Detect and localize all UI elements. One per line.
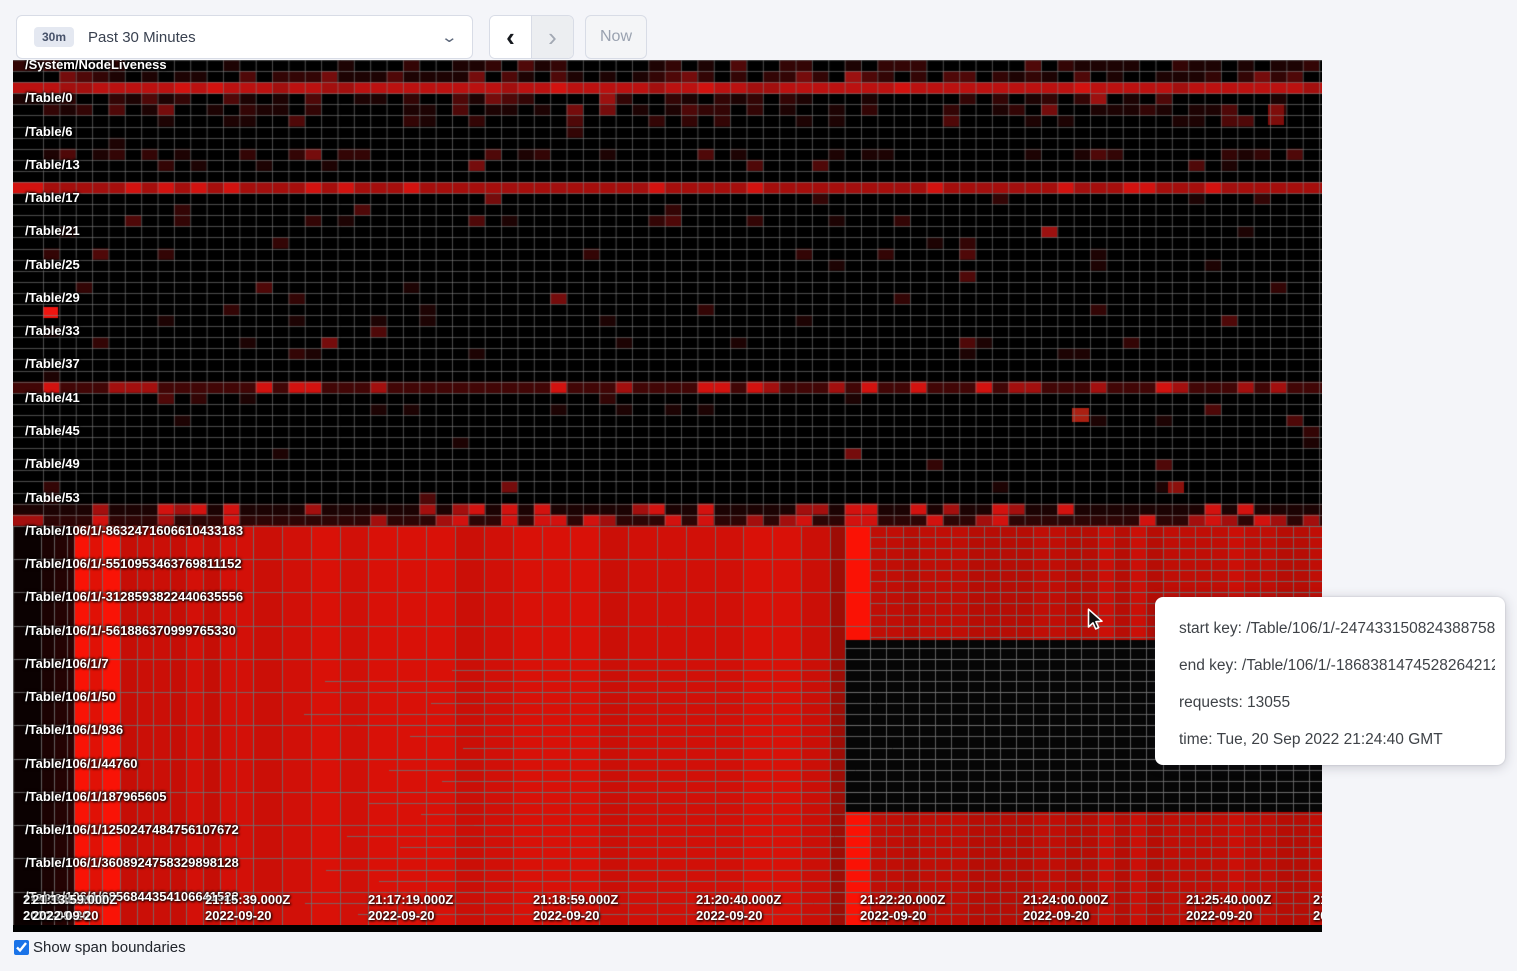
show-span-boundaries[interactable]: Show span boundaries xyxy=(14,939,186,956)
tooltip-line: start key: /Table/106/1/-247433150824388… xyxy=(1179,610,1495,647)
hover-tooltip: start key: /Table/106/1/-247433150824388… xyxy=(1155,597,1505,765)
tooltip-line: time: Tue, 20 Sep 2022 21:24:40 GMT xyxy=(1179,721,1495,758)
chevron-down-icon: ⌄ xyxy=(441,30,459,45)
tooltip-line: requests: 13055 xyxy=(1179,684,1495,721)
time-window-label: Past 30 Minutes xyxy=(88,29,196,46)
pan-forward-button[interactable]: › xyxy=(532,16,573,58)
heatmap-bottom-bar xyxy=(13,925,1322,932)
tooltip-line: end key: /Table/106/1/-18683814745282642… xyxy=(1179,647,1495,684)
time-pan-button-group: ‹ › xyxy=(489,15,574,59)
show-span-boundaries-label: Show span boundaries xyxy=(33,939,186,956)
pan-back-button[interactable]: ‹ xyxy=(490,16,532,58)
key-visualizer-heatmap[interactable] xyxy=(13,60,1322,925)
time-window-dropdown[interactable]: 30m Past 30 Minutes ⌄ xyxy=(16,15,473,59)
key-visualizer: /System/NodeLiveness/Table/0/Table/6/Tab… xyxy=(13,60,1322,932)
show-span-boundaries-checkbox[interactable] xyxy=(14,940,29,955)
now-button[interactable]: Now xyxy=(585,15,647,59)
time-window-badge: 30m xyxy=(34,27,74,47)
